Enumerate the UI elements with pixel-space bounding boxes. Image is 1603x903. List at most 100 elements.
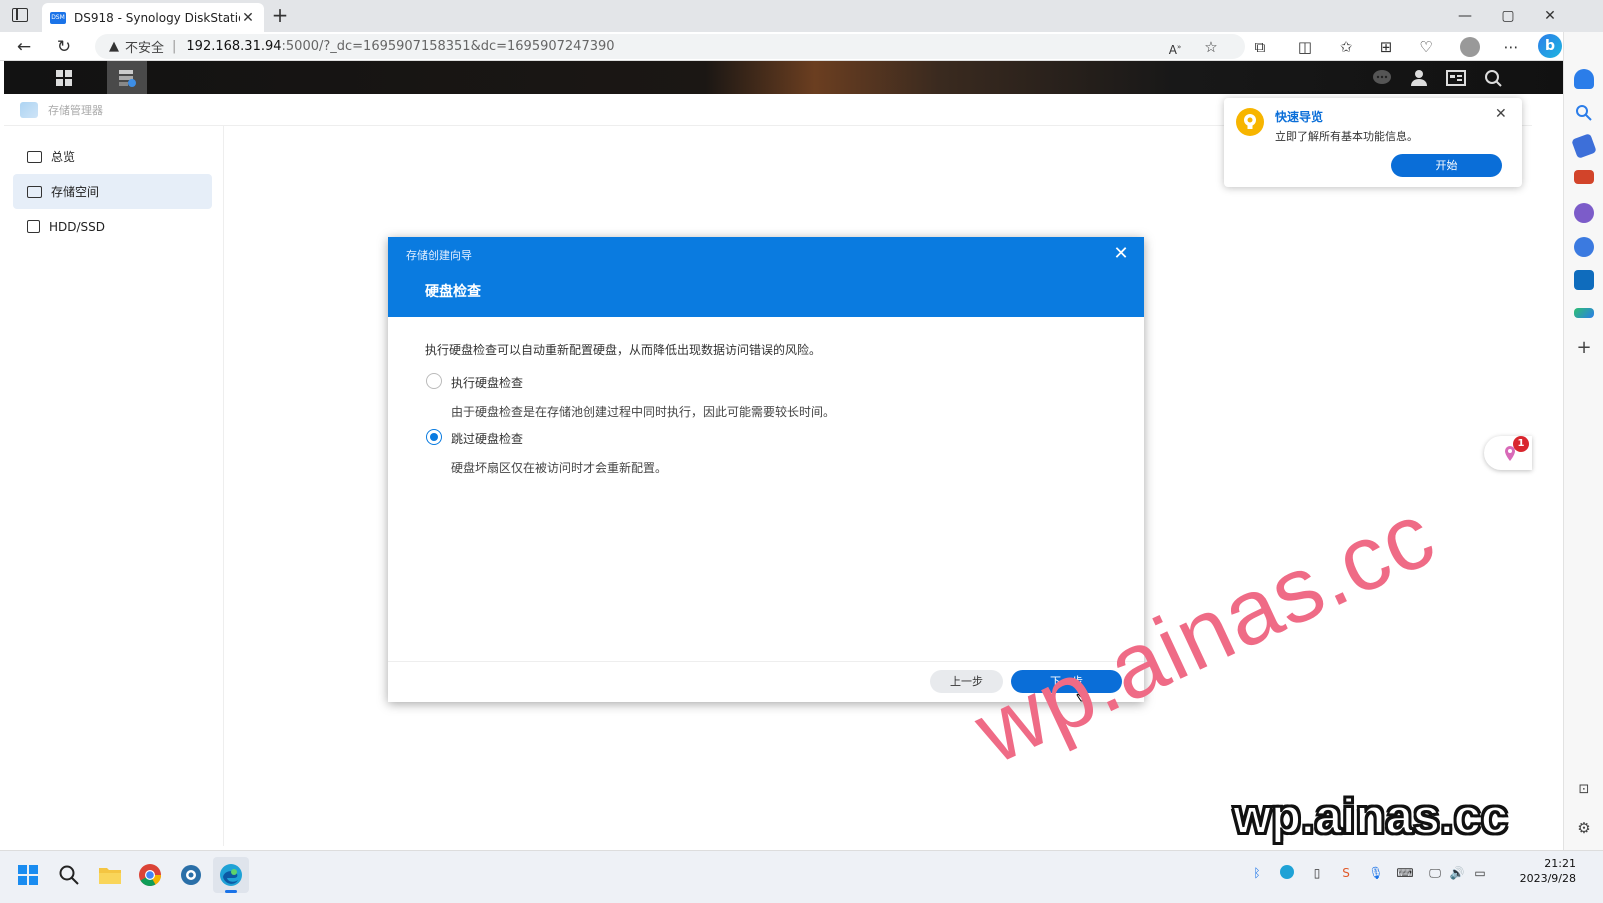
- maximize-button[interactable]: ▢: [1490, 6, 1526, 26]
- storage-manager-app-icon: [20, 101, 38, 118]
- storage-creation-wizard-dialog: 存储创建向导 硬盘检查 ✕ 执行硬盘检查可以自动重新配置硬盘，从而降低出现数据访…: [388, 237, 1144, 702]
- close-tab-icon[interactable]: ✕: [240, 10, 256, 26]
- minimize-button[interactable]: —: [1447, 6, 1483, 26]
- tools-icon[interactable]: [1574, 170, 1594, 184]
- keyboard-icon[interactable]: ⌨: [1396, 864, 1414, 882]
- chrome-icon: [139, 864, 161, 886]
- collections-icon[interactable]: ⊞: [1376, 37, 1396, 57]
- start-tour-button[interactable]: 开始: [1391, 154, 1502, 177]
- shopping-tag-icon[interactable]: [1571, 133, 1597, 159]
- extensions-icon[interactable]: ⧉: [1250, 37, 1270, 57]
- step-title: 硬盘检查: [425, 284, 481, 300]
- notification-badge: 1: [1513, 436, 1529, 452]
- main-menu-button[interactable]: [44, 61, 84, 94]
- dsm-search-icon[interactable]: [1473, 61, 1513, 94]
- copilot-icon[interactable]: b: [1538, 34, 1562, 58]
- address-separator: |: [172, 39, 177, 54]
- dsm-favicon-icon: DSM: [50, 11, 66, 24]
- notification-bell-icon[interactable]: [1574, 69, 1594, 89]
- read-aloud-icon[interactable]: A»: [1165, 37, 1185, 57]
- favorite-star-icon[interactable]: ☆: [1201, 37, 1221, 57]
- warning-icon: ▲: [109, 39, 119, 54]
- radio-perform-disk-check[interactable]: [426, 373, 442, 389]
- edge-button[interactable]: [213, 857, 249, 893]
- grid-icon: [56, 69, 72, 86]
- widgets-icon[interactable]: [1436, 61, 1476, 94]
- chrome-button[interactable]: [132, 857, 168, 893]
- security-label: 不安全: [125, 41, 165, 56]
- clock-date: 2023/9/28: [1519, 872, 1576, 885]
- tab-actions-icon[interactable]: [12, 8, 28, 22]
- user-icon[interactable]: [1399, 61, 1439, 94]
- battery-icon[interactable]: ▭: [1471, 864, 1489, 882]
- app-tray-icon[interactable]: S: [1337, 864, 1355, 882]
- outlook-icon[interactable]: [1574, 270, 1594, 290]
- taskbar-search-button[interactable]: [51, 857, 87, 893]
- more-menu-icon[interactable]: ⋯: [1501, 37, 1521, 57]
- watermark-small: wp.ainas.cc: [1232, 789, 1509, 845]
- option-perform-disk-check-label[interactable]: 执行硬盘检查: [451, 374, 523, 391]
- device-icon[interactable]: ▯: [1308, 864, 1326, 882]
- wizard-title: 存储创建向导: [406, 249, 472, 262]
- system-clock[interactable]: 21:21 2023/9/28: [1512, 856, 1576, 886]
- disk-icon: [27, 220, 40, 233]
- option-perform-disk-check-note: 由于硬盘检查是在存储池创建过程中同时执行，因此可能需要较长时间。: [451, 405, 836, 419]
- dsm-taskbar: [4, 61, 1563, 94]
- app-button[interactable]: [173, 857, 209, 893]
- folder-icon: [99, 868, 121, 884]
- games-icon[interactable]: [1574, 203, 1594, 223]
- close-window-button[interactable]: ✕: [1532, 6, 1568, 26]
- microphone-icon[interactable]: 🎙: [1367, 864, 1385, 882]
- app-sidebar: 总览 存储空间 HDD/SSD: [4, 126, 224, 846]
- url-path: :5000/?_dc=1695907158351&dc=169590724739…: [281, 39, 615, 54]
- bluetooth-icon[interactable]: ᛒ: [1248, 864, 1266, 882]
- radio-skip-disk-check[interactable]: [426, 429, 442, 445]
- windows-logo-icon: [18, 865, 38, 885]
- start-button[interactable]: [10, 857, 46, 893]
- sidebar-item-label: 总览: [51, 150, 76, 164]
- close-dialog-icon[interactable]: ✕: [1110, 243, 1132, 264]
- tour-title: 快速导览: [1275, 110, 1324, 124]
- refresh-icon[interactable]: ↻: [53, 36, 75, 58]
- volume-icon[interactable]: 🔊: [1448, 864, 1466, 882]
- file-explorer-button[interactable]: [92, 857, 128, 893]
- search-icon: [59, 865, 79, 885]
- overview-icon: [27, 150, 42, 163]
- lightbulb-icon: [1236, 108, 1264, 136]
- sidebar-item-overview[interactable]: 总览: [13, 139, 212, 174]
- microsoft-365-icon[interactable]: [1574, 237, 1594, 257]
- storage-icon: [27, 185, 42, 198]
- dialog-header: 存储创建向导 硬盘检查 ✕: [388, 237, 1144, 317]
- split-screen-icon[interactable]: ◫: [1295, 37, 1315, 57]
- tour-description: 立即了解所有基本功能信息。: [1275, 130, 1418, 143]
- browser-tab-strip: DSM DS918 - Synology DiskStation ✕ + — ▢…: [0, 0, 1603, 32]
- new-tab-button[interactable]: +: [270, 4, 290, 26]
- browser-essentials-icon[interactable]: ♡: [1416, 37, 1436, 57]
- option-skip-disk-check-label[interactable]: 跳过硬盘检查: [451, 430, 523, 447]
- chat-icon[interactable]: [1362, 61, 1402, 94]
- back-icon[interactable]: ←: [13, 36, 35, 58]
- url-host: 192.168.31.94: [186, 39, 282, 54]
- favorites-icon[interactable]: ✩: [1336, 37, 1356, 57]
- network-icon[interactable]: 🖵: [1426, 864, 1444, 882]
- add-sidebar-app-icon[interactable]: +: [1574, 337, 1594, 358]
- hide-sidebar-icon[interactable]: ⊡: [1574, 782, 1594, 802]
- storage-manager-taskbar-button[interactable]: [107, 61, 147, 94]
- sidebar-item-storage[interactable]: 存储空间: [13, 174, 212, 209]
- sidebar-item-label: HDD/SSD: [49, 219, 106, 234]
- windows-taskbar: ᛒ ▯ S 🎙 ⌨ 🖵 🔊 ▭ 21:21 2023/9/28: [0, 850, 1603, 903]
- clock-time: 21:21: [1544, 857, 1576, 870]
- sidebar-item-hdd-ssd[interactable]: HDD/SSD: [13, 209, 212, 244]
- tab-title: DS918 - Synology DiskStation: [74, 10, 240, 25]
- edge-sidebar: + ⊡ ⚙: [1563, 32, 1603, 870]
- browser-toolbar: ← ↻ ▲ 不安全 | 192.168.31.94 :5000/?_dc=169…: [0, 32, 1603, 61]
- close-tour-icon[interactable]: ✕: [1495, 106, 1507, 122]
- browser-tab[interactable]: DSM DS918 - Synology DiskStation ✕: [42, 3, 264, 32]
- edge-tray-icon[interactable]: [1279, 864, 1297, 882]
- sidebar-settings-icon[interactable]: ⚙: [1574, 819, 1594, 839]
- drop-icon[interactable]: [1574, 308, 1594, 318]
- profile-avatar[interactable]: [1460, 37, 1480, 57]
- search-icon[interactable]: [1574, 103, 1594, 123]
- address-bar[interactable]: ▲ 不安全 | 192.168.31.94 :5000/?_dc=1695907…: [95, 34, 1245, 59]
- option-skip-disk-check-note: 硬盘坏扇区仅在被访问时才会重新配置。: [451, 461, 668, 475]
